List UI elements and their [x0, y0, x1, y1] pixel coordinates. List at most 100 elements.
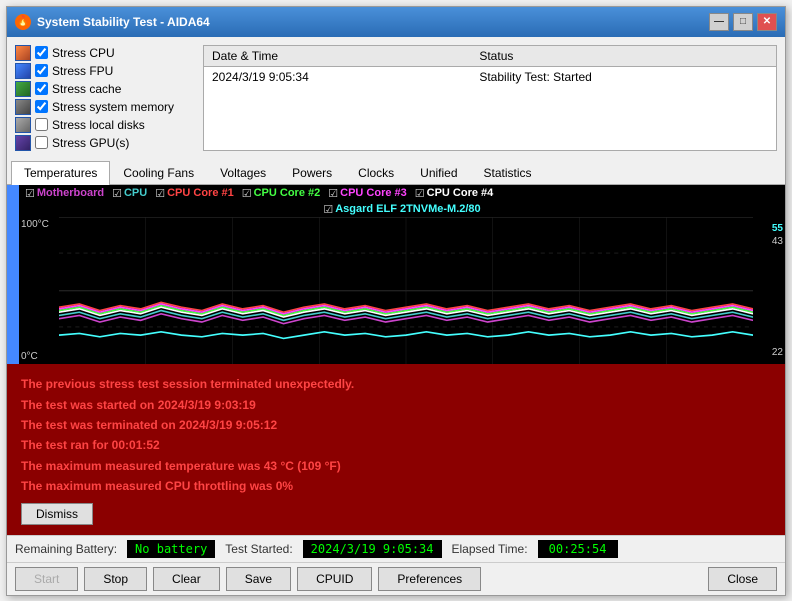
error-line-3: The test was terminated on 2024/3/19 9:0… — [21, 415, 771, 435]
legend-nvme[interactable]: ☑ Asgard ELF 2TNVMe-M.2/80 — [323, 203, 480, 216]
maximize-button[interactable]: □ — [733, 13, 753, 31]
battery-label: Remaining Battery: — [15, 542, 117, 556]
main-window: 🔥 System Stability Test - AIDA64 — □ ✕ S… — [6, 6, 786, 596]
close-window-button[interactable]: ✕ — [757, 13, 777, 31]
stress-mem-checkbox[interactable] — [35, 100, 48, 113]
stress-mem-label: Stress system memory — [52, 100, 174, 114]
spacer — [487, 567, 702, 591]
legend-core1[interactable]: ☑ CPU Core #1 — [155, 187, 234, 200]
checkbox-stress-cpu[interactable]: Stress CPU — [15, 45, 195, 61]
tab-clocks[interactable]: Clocks — [345, 161, 407, 184]
graph-legend-row1: ☑ Motherboard ☑ CPU ☑ CPU Core #1 ☑ CPU … — [19, 185, 785, 202]
gpu-icon — [15, 135, 31, 151]
tab-unified[interactable]: Unified — [407, 161, 470, 184]
stop-button[interactable]: Stop — [84, 567, 147, 591]
title-bar-left: 🔥 System Stability Test - AIDA64 — [15, 14, 210, 30]
window-title: System Stability Test - AIDA64 — [37, 15, 210, 29]
y-bottom-label: 0°C — [21, 351, 57, 362]
content-area: Stress CPU Stress FPU Stress cache Stres… — [7, 37, 785, 595]
save-button[interactable]: Save — [226, 567, 291, 591]
left-sidebar — [7, 185, 19, 365]
checkbox-stress-fpu[interactable]: Stress FPU — [15, 63, 195, 79]
checkbox-stress-mem[interactable]: Stress system memory — [15, 99, 195, 115]
cpu-icon — [15, 45, 31, 61]
legend-label-core4: CPU Core #4 — [427, 187, 494, 199]
stress-fpu-label: Stress FPU — [52, 64, 113, 78]
app-icon: 🔥 — [15, 14, 31, 30]
legend-motherboard[interactable]: ☑ Motherboard — [25, 187, 104, 200]
cpuid-button[interactable]: CPUID — [297, 567, 372, 591]
stress-cache-label: Stress cache — [52, 82, 121, 96]
legend-check-core2: ☑ — [242, 187, 252, 200]
legend-label-cpu: CPU — [124, 187, 147, 199]
checkbox-stress-gpu[interactable]: Stress GPU(s) — [15, 135, 195, 151]
cache-icon — [15, 81, 31, 97]
legend-label-core2: CPU Core #2 — [254, 187, 321, 199]
legend-check-motherboard: ☑ — [25, 187, 35, 200]
title-controls: — □ ✕ — [709, 13, 777, 31]
legend-check-nvme: ☑ — [323, 203, 333, 216]
y-right-bottom: 22 — [772, 347, 783, 358]
y-right-top: 43 — [772, 236, 783, 247]
tab-powers[interactable]: Powers — [279, 161, 345, 184]
minimize-button[interactable]: — — [709, 13, 729, 31]
tab-temperatures[interactable]: Temperatures — [11, 161, 110, 185]
top-section: Stress CPU Stress FPU Stress cache Stres… — [7, 37, 785, 159]
tabs-bar: Temperatures Cooling Fans Voltages Power… — [7, 159, 785, 185]
legend-label-core1: CPU Core #1 — [167, 187, 234, 199]
tab-statistics[interactable]: Statistics — [471, 161, 545, 184]
legend-cpu[interactable]: ☑ CPU — [112, 187, 147, 200]
graph-svg — [59, 217, 753, 365]
preferences-button[interactable]: Preferences — [378, 567, 481, 591]
col-status: Status — [471, 46, 776, 67]
error-line-5: The maximum measured temperature was 43 … — [21, 456, 771, 476]
stress-cpu-checkbox[interactable] — [35, 46, 48, 59]
stress-cache-checkbox[interactable] — [35, 82, 48, 95]
legend-label-nvme: Asgard ELF 2TNVMe-M.2/80 — [335, 203, 480, 215]
mem-icon — [15, 99, 31, 115]
row-status: Stability Test: Started — [471, 66, 776, 87]
stress-gpu-label: Stress GPU(s) — [52, 136, 129, 150]
dismiss-button[interactable]: Dismiss — [21, 503, 93, 525]
legend-check-core4: ☑ — [415, 187, 425, 200]
table-row: 2024/3/19 9:05:34 Stability Test: Starte… — [204, 66, 776, 87]
y-axis-right-bottom: 22 — [755, 345, 785, 360]
stress-cpu-label: Stress CPU — [52, 46, 115, 60]
start-button[interactable]: Start — [15, 567, 78, 591]
checkbox-stress-disk[interactable]: Stress local disks — [15, 117, 195, 133]
status-table: Date & Time Status 2024/3/19 9:05:34 Sta… — [204, 46, 776, 87]
error-panel: The previous stress test session termina… — [7, 364, 785, 534]
legend-core2[interactable]: ☑ CPU Core #2 — [242, 187, 321, 200]
stress-fpu-checkbox[interactable] — [35, 64, 48, 77]
y-right-top-highlight: 55 — [772, 223, 783, 234]
bottom-buttons: Start Stop Clear Save CPUID Preferences … — [7, 562, 785, 595]
graph-legend-row2: ☑ Asgard ELF 2TNVMe-M.2/80 — [19, 202, 785, 217]
error-line-4: The test ran for 00:01:52 — [21, 435, 771, 455]
title-bar: 🔥 System Stability Test - AIDA64 — □ ✕ — [7, 7, 785, 37]
error-line-1: The previous stress test session termina… — [21, 374, 771, 394]
status-bar: Remaining Battery: No battery Test Start… — [7, 535, 785, 562]
elapsed-value: 00:25:54 — [538, 540, 618, 558]
elapsed-label: Elapsed Time: — [452, 542, 528, 556]
y-top-label: 100°C — [21, 219, 57, 230]
clear-button[interactable]: Clear — [153, 567, 220, 591]
legend-core3[interactable]: ☑ CPU Core #3 — [328, 187, 407, 200]
legend-core4[interactable]: ☑ CPU Core #4 — [415, 187, 494, 200]
close-button[interactable]: Close — [708, 567, 777, 591]
legend-check-cpu: ☑ — [112, 187, 122, 200]
graph-canvas: 100°C 0°C 55 43 22 — [19, 217, 785, 365]
tab-cooling-fans[interactable]: Cooling Fans — [110, 161, 207, 184]
legend-check-core1: ☑ — [155, 187, 165, 200]
stress-disk-label: Stress local disks — [52, 118, 145, 132]
error-line-6: The maximum measured CPU throttling was … — [21, 476, 771, 496]
row-datetime: 2024/3/19 9:05:34 — [204, 66, 471, 87]
graph-section: ☑ Motherboard ☑ CPU ☑ CPU Core #1 ☑ CPU … — [7, 185, 785, 365]
test-started-value: 2024/3/19 9:05:34 — [303, 540, 442, 558]
legend-label-core3: CPU Core #3 — [340, 187, 407, 199]
tab-voltages[interactable]: Voltages — [207, 161, 279, 184]
stress-gpu-checkbox[interactable] — [35, 136, 48, 149]
checkbox-stress-cache[interactable]: Stress cache — [15, 81, 195, 97]
fpu-icon — [15, 63, 31, 79]
col-datetime: Date & Time — [204, 46, 471, 67]
stress-disk-checkbox[interactable] — [35, 118, 48, 131]
